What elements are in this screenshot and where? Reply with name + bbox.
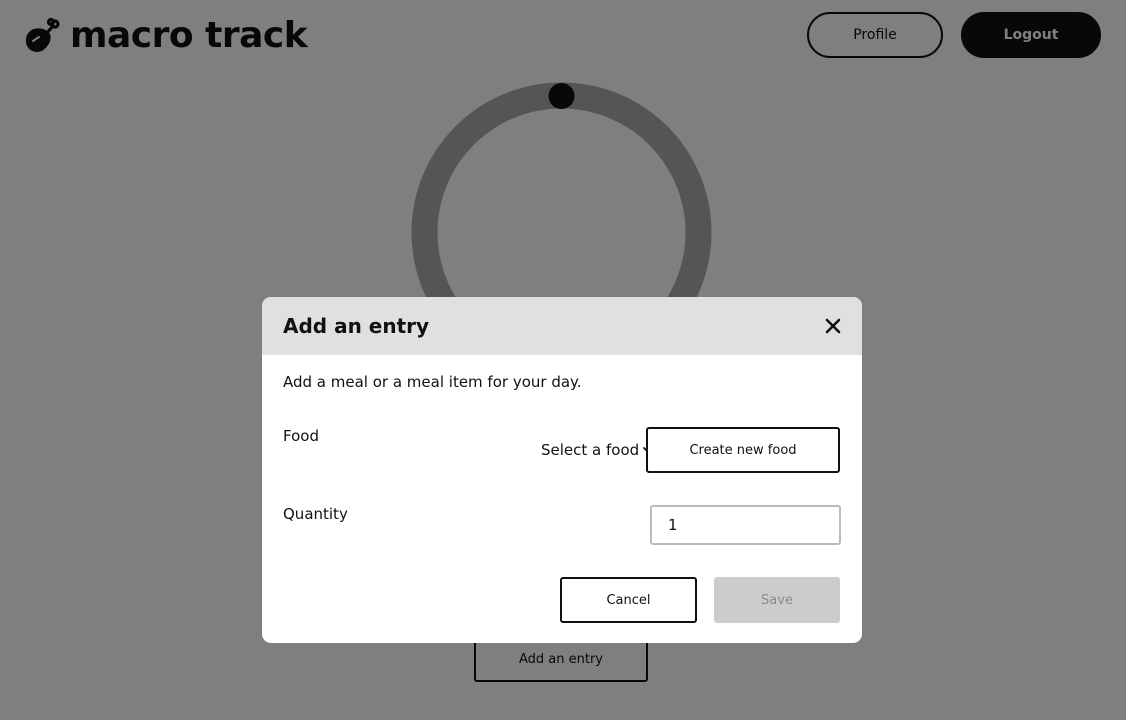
quantity-input[interactable] [650,505,841,545]
save-button: Save [714,577,840,623]
modal-header: Add an entry [262,297,862,355]
food-label: Food [283,427,319,445]
add-entry-modal: Add an entry Add a meal or a meal item f… [262,297,862,643]
modal-title: Add an entry [283,314,430,338]
food-select[interactable]: Select a food [541,439,654,461]
create-new-food-button[interactable]: Create new food [646,427,840,473]
cancel-button[interactable]: Cancel [560,577,697,623]
quantity-label: Quantity [283,505,348,523]
close-icon[interactable] [822,315,844,337]
food-select-value: Select a food [541,441,640,459]
modal-description: Add a meal or a meal item for your day. [283,373,582,391]
